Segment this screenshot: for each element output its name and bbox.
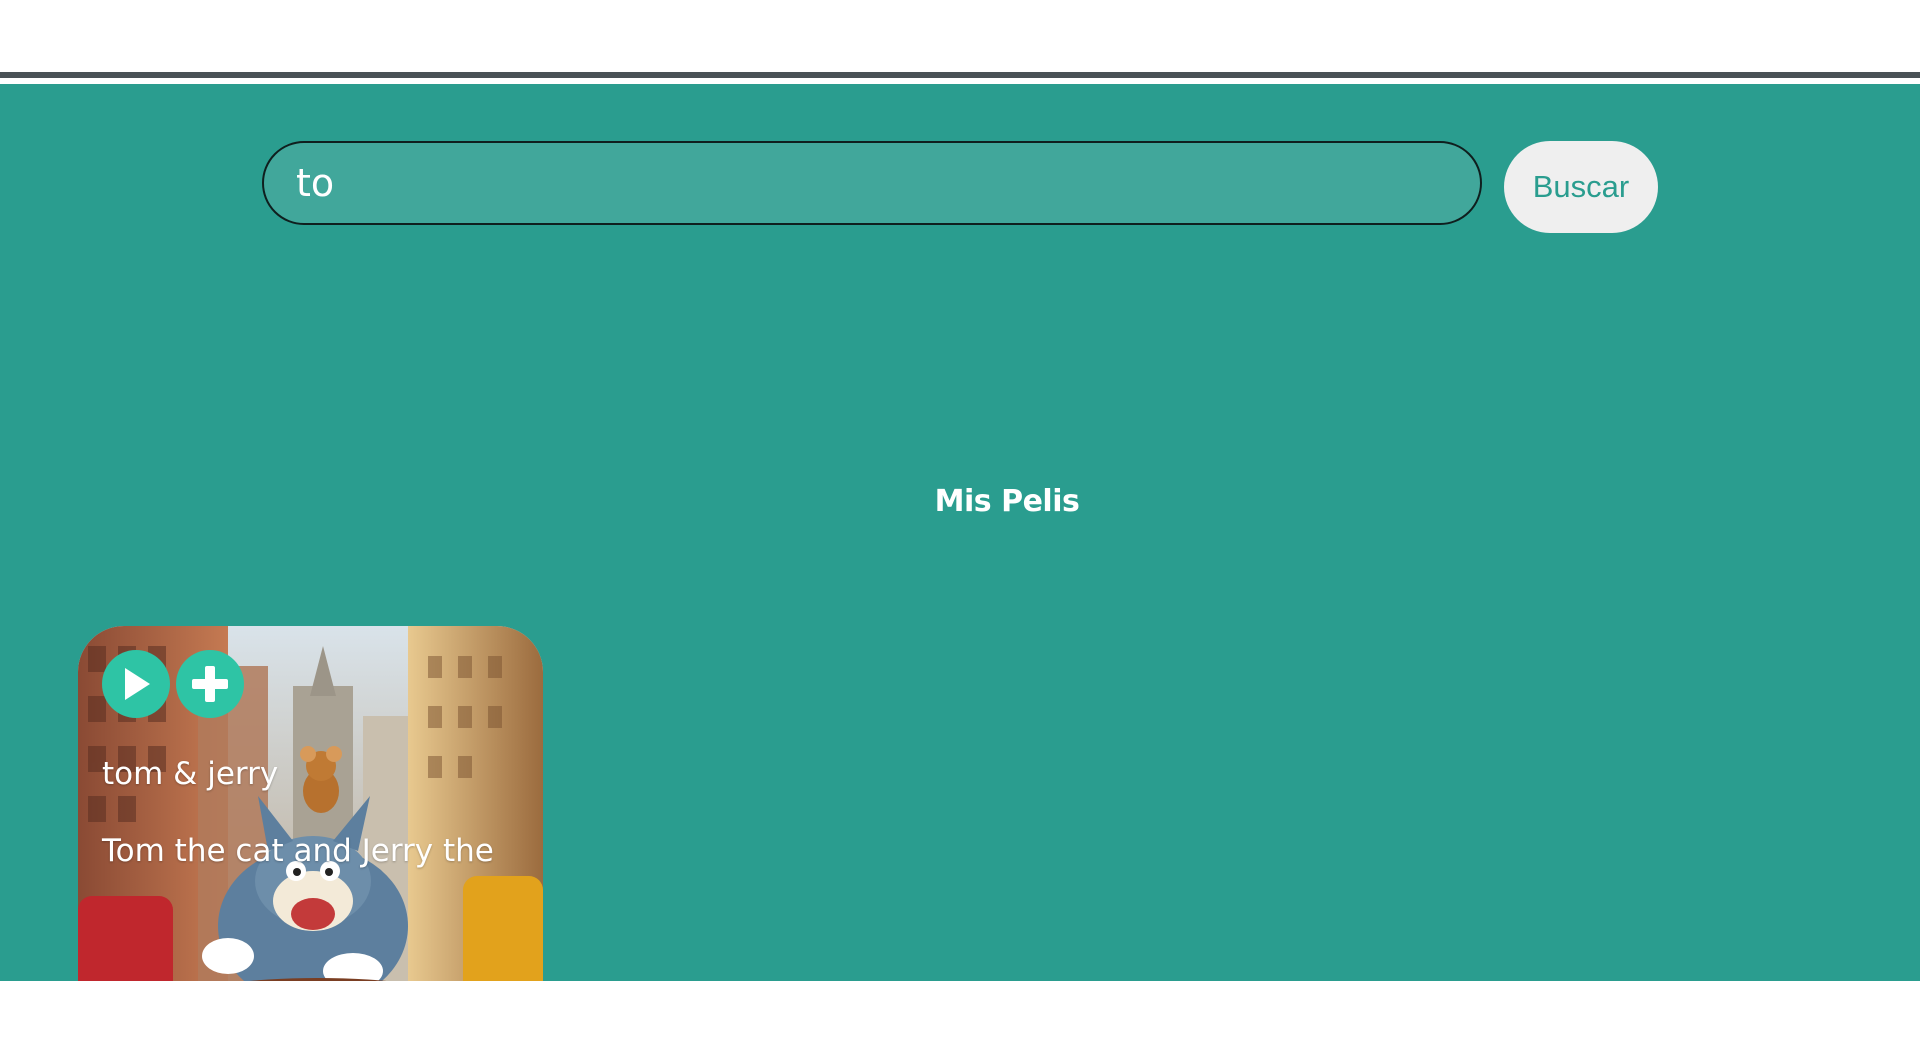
movie-title: tom & jerry (102, 756, 279, 792)
search-input[interactable] (262, 141, 1482, 225)
play-button[interactable] (102, 650, 170, 718)
page-footer-area (0, 981, 1920, 1055)
search-button[interactable]: Buscar (1504, 141, 1658, 233)
movie-description: Tom the cat and Jerry the (102, 833, 494, 869)
top-header (0, 0, 1920, 78)
plus-icon (192, 666, 228, 702)
section-title: Mis Pelis (934, 484, 1080, 519)
add-button[interactable] (176, 650, 244, 718)
card-actions (102, 650, 244, 718)
play-icon (125, 668, 150, 700)
main-content: Buscar Mis Pelis (0, 84, 1920, 981)
movie-card[interactable]: tom & jerry Tom the cat and Jerry the (78, 626, 543, 981)
